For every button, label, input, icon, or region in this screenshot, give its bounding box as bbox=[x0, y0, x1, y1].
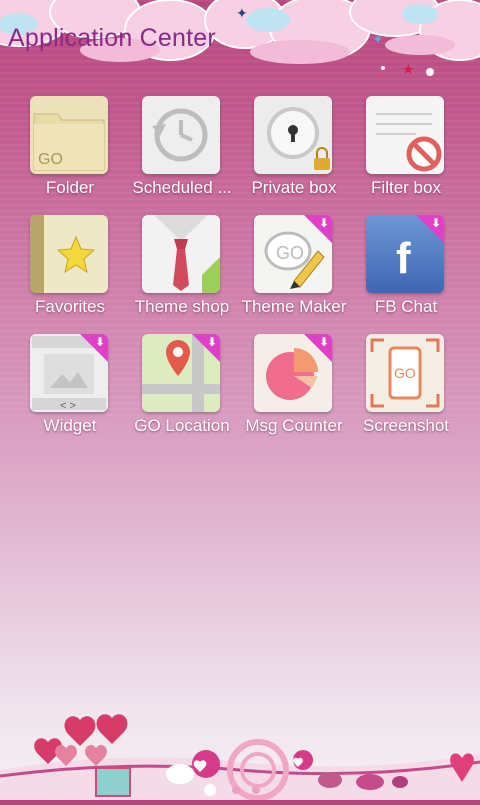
app-label: Screenshot bbox=[363, 416, 449, 435]
header: ✦ ✦ ★ Application Center bbox=[0, 0, 480, 90]
app-folder[interactable]: GO Folder bbox=[14, 94, 126, 212]
page-dot-active[interactable] bbox=[204, 784, 216, 796]
app-label: Folder bbox=[45, 178, 95, 197]
lock-icon bbox=[254, 96, 332, 174]
clock-icon bbox=[142, 96, 220, 174]
widget-icon: < > ⬇ bbox=[30, 334, 108, 412]
app-filter-box[interactable]: Filter box bbox=[350, 94, 462, 212]
app-label: Msg Counter bbox=[245, 416, 343, 435]
svg-text:GO: GO bbox=[394, 365, 416, 381]
svg-text:GO: GO bbox=[38, 151, 63, 168]
pencil-icon: GO ⬇ bbox=[254, 215, 332, 293]
download-arrow-icon: ⬇ bbox=[318, 335, 329, 349]
svg-text:✦: ✦ bbox=[372, 31, 384, 47]
svg-text:✦: ✦ bbox=[236, 5, 248, 21]
app-label: FB Chat bbox=[374, 297, 438, 316]
app-fb-chat[interactable]: f ⬇ FB Chat bbox=[350, 213, 462, 331]
svg-text:f: f bbox=[396, 234, 411, 283]
app-screenshot[interactable]: GO Screenshot bbox=[350, 332, 462, 450]
app-scheduled[interactable]: Scheduled ... bbox=[126, 94, 238, 212]
app-favorites[interactable]: Favorites bbox=[14, 213, 126, 331]
app-label: Widget bbox=[43, 416, 97, 435]
app-label: Private box bbox=[251, 178, 337, 197]
download-arrow-icon: ⬇ bbox=[94, 335, 105, 349]
app-widget[interactable]: < > ⬇ Widget bbox=[14, 332, 126, 450]
app-theme-maker[interactable]: GO ⬇ Theme Maker bbox=[238, 213, 350, 331]
page-title: Application Center bbox=[8, 24, 216, 52]
app-label: Theme Maker bbox=[241, 297, 347, 316]
map-pin-icon: ⬇ bbox=[142, 334, 220, 412]
app-private-box[interactable]: Private box bbox=[238, 94, 350, 212]
download-arrow-icon: ⬇ bbox=[206, 335, 217, 349]
bottom-decoration bbox=[0, 690, 480, 801]
page-dot[interactable] bbox=[252, 786, 260, 794]
app-label: GO Location bbox=[134, 416, 230, 435]
star-icon bbox=[30, 215, 108, 293]
app-label: Scheduled ... bbox=[132, 178, 232, 197]
app-label: Filter box bbox=[371, 178, 441, 197]
download-arrow-icon: ⬇ bbox=[318, 216, 329, 230]
app-go-location[interactable]: ⬇ GO Location bbox=[126, 332, 238, 450]
svg-text:GO: GO bbox=[276, 243, 304, 263]
block-icon bbox=[366, 96, 444, 174]
app-msg-counter[interactable]: ⬇ Msg Counter bbox=[238, 332, 350, 450]
page-indicator bbox=[202, 782, 282, 798]
folder-icon: GO bbox=[30, 96, 108, 174]
app-theme-shop[interactable]: Theme shop bbox=[126, 213, 238, 331]
svg-text:★: ★ bbox=[402, 61, 415, 77]
app-label: Favorites bbox=[35, 297, 105, 316]
screenshot-icon: GO bbox=[366, 334, 444, 412]
pie-chart-icon: ⬇ bbox=[254, 334, 332, 412]
download-arrow-icon: ⬇ bbox=[430, 216, 441, 230]
app-label: Theme shop bbox=[134, 297, 230, 316]
facebook-icon: f ⬇ bbox=[366, 215, 444, 293]
svg-text:< >: < > bbox=[60, 400, 76, 412]
page-dot[interactable] bbox=[232, 786, 240, 794]
tie-icon bbox=[142, 215, 220, 293]
